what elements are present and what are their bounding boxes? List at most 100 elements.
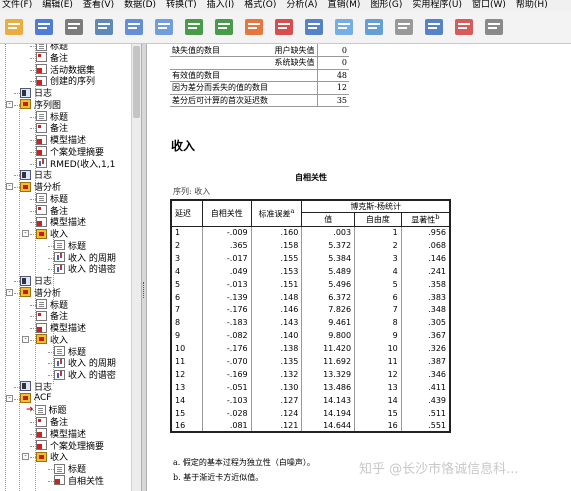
promote-icon[interactable] (422, 15, 446, 39)
tree-node[interactable]: 标题 (54, 346, 86, 358)
tree-node[interactable]: 标题 (36, 299, 68, 311)
menu-item-12[interactable]: 帮助(H) (514, 0, 556, 11)
goto-data-icon[interactable] (242, 15, 266, 39)
menu-item-11[interactable]: 窗口(W) (470, 0, 514, 11)
tree-node[interactable]: 收入 的周期 (54, 357, 116, 369)
tree-node-label: 收入 的谱密 (68, 265, 116, 276)
table-row: 7 -.176.146 7.826 7.348 (169, 303, 451, 317)
tree-node[interactable]: 日志 (20, 169, 52, 181)
table-cell: .365 (201, 239, 252, 252)
menu-item-6[interactable]: 格式(O) (242, 0, 284, 11)
pane-splitter[interactable] (141, 44, 147, 491)
scrollbar-thumb[interactable] (133, 46, 140, 118)
table-cell: 13 (169, 380, 203, 394)
tree-node[interactable]: 收入 的谱密 (54, 263, 116, 276)
col-df: 自由度 (354, 212, 402, 227)
goto-case-icon[interactable] (272, 15, 296, 39)
menu-item-1[interactable]: 编辑(E) (40, 0, 81, 11)
open-folder-icon[interactable] (2, 15, 26, 39)
demote-icon[interactable] (452, 15, 476, 39)
collapse-toggle-icon[interactable]: - (6, 183, 13, 190)
tree-node[interactable]: 收入 (36, 228, 68, 240)
tree-connector (19, 104, 20, 491)
tree-node[interactable]: 收入 (36, 334, 68, 346)
redo-icon[interactable] (212, 15, 236, 39)
hide-icon[interactable] (392, 15, 416, 39)
table-cell: .151 (250, 277, 302, 291)
tree-node[interactable]: 备注 (36, 416, 68, 428)
tree-node[interactable]: 备注 (36, 122, 68, 134)
variables-icon[interactable] (302, 15, 326, 39)
save-icon[interactable] (32, 15, 56, 39)
tree-node[interactable]: 收入 的周期 (54, 252, 116, 264)
tree-node[interactable]: 序列图 (20, 99, 61, 111)
tree-node[interactable]: 日志 (20, 87, 52, 99)
tree-node[interactable]: 创建的序列 (36, 75, 95, 87)
tree-scrollbar[interactable] (131, 44, 141, 491)
tree-node[interactable]: 收入 (36, 451, 68, 463)
tree-node-label: 收入 的谱密 (68, 371, 116, 381)
tree-node[interactable]: 谱分析 (20, 287, 61, 299)
table-cell: .068 (400, 239, 451, 252)
collapse-toggle-icon[interactable]: - (6, 100, 13, 108)
collapse-toggle-icon[interactable]: - (6, 288, 13, 296)
print-icon[interactable] (62, 15, 86, 39)
table-cell: 5 (354, 277, 402, 291)
menu-item-7[interactable]: 分析(A) (284, 0, 325, 11)
menu-item-9[interactable]: 图形(G) (368, 0, 410, 11)
print-preview-icon[interactable] (92, 15, 116, 39)
table-cell: 7.826 (301, 303, 355, 317)
outline-tree[interactable]: 标题 备注 活动数据集 创建的序列 日志 序列图 - 标题 备注 模型描述 个案处理摘要 RMED(收… (0, 44, 131, 491)
tree-node[interactable]: 收入 的谱密 (54, 369, 116, 381)
table-cell: .127 (250, 393, 302, 407)
tree-node[interactable]: 模型描述 (36, 322, 86, 334)
col-value: 值 (301, 212, 356, 227)
tree-node[interactable]: 标题 (54, 240, 86, 252)
tree-node[interactable]: 模型描述 (36, 216, 86, 228)
tree-node[interactable]: RMED(收入,1,1 (36, 158, 115, 170)
recall-dialog-icon[interactable] (152, 15, 176, 39)
tree-node[interactable]: 标题 (54, 463, 86, 475)
tree-node[interactable]: 标题 (36, 193, 68, 205)
case-summary-table: 缺失值的数目 用户缺失值 0 系统缺失值 0 有效值的数目 48 因为差分而丢失的值的数目 12… (170, 44, 349, 107)
tree-node[interactable]: 日志 (20, 275, 52, 287)
collapse-toggle-icon[interactable]: - (22, 335, 29, 343)
book-node-icon (36, 451, 47, 462)
menu-item-2[interactable]: 查看(V) (81, 0, 122, 11)
tree-node[interactable]: 备注 (36, 205, 68, 217)
show-all-icon[interactable] (362, 15, 386, 39)
tree-node[interactable]: 标题 (36, 111, 68, 123)
chart-node-icon (54, 357, 65, 368)
table-row: 10 -.176.138 11.420 10.326 (169, 342, 451, 356)
collapse-toggle-icon[interactable]: - (22, 230, 29, 237)
tree-node[interactable]: 模型描述 (36, 134, 86, 146)
splitter-grip[interactable] (143, 282, 146, 298)
collapse-icon[interactable] (482, 15, 506, 39)
tree-node[interactable]: 备注 (36, 52, 68, 64)
tree-node[interactable]: 个案处理摘要 (36, 146, 104, 158)
menu-item-8[interactable]: 直销(M) (326, 0, 369, 11)
tree-node[interactable]: 备注 (36, 310, 68, 322)
undo-icon[interactable] (182, 15, 206, 39)
tree-node[interactable]: 活动数据集 (36, 64, 95, 76)
export-icon[interactable] (122, 15, 146, 39)
table-cell: 4 (169, 264, 203, 278)
tree-node[interactable]: 自相关性 (54, 475, 104, 487)
tree-node[interactable]: 个案处理摘要 (36, 440, 104, 452)
collapse-toggle-icon[interactable]: - (22, 453, 29, 461)
menu-item-4[interactable]: 转换(T) (164, 0, 205, 11)
tree-node[interactable]: 谱分析 (20, 181, 61, 193)
collapse-toggle-icon[interactable]: - (6, 394, 13, 402)
menu-item-3[interactable]: 数据(D) (122, 0, 164, 11)
table-cell: .135 (250, 355, 302, 368)
tree-node[interactable]: 模型描述 (36, 428, 86, 440)
table-cell: 14.194 (301, 406, 355, 420)
tree-node[interactable]: 日志 (20, 381, 52, 393)
table-cell: -.176 (201, 342, 252, 356)
col-sig: 显著性b (400, 212, 451, 227)
designate-window-icon[interactable] (332, 15, 356, 39)
table-cell: 8 (354, 316, 402, 330)
menu-item-0[interactable]: 文件(F) (0, 0, 40, 11)
menu-item-5[interactable]: 插入(I) (205, 0, 243, 11)
menu-item-10[interactable]: 实用程序(U) (410, 0, 470, 11)
